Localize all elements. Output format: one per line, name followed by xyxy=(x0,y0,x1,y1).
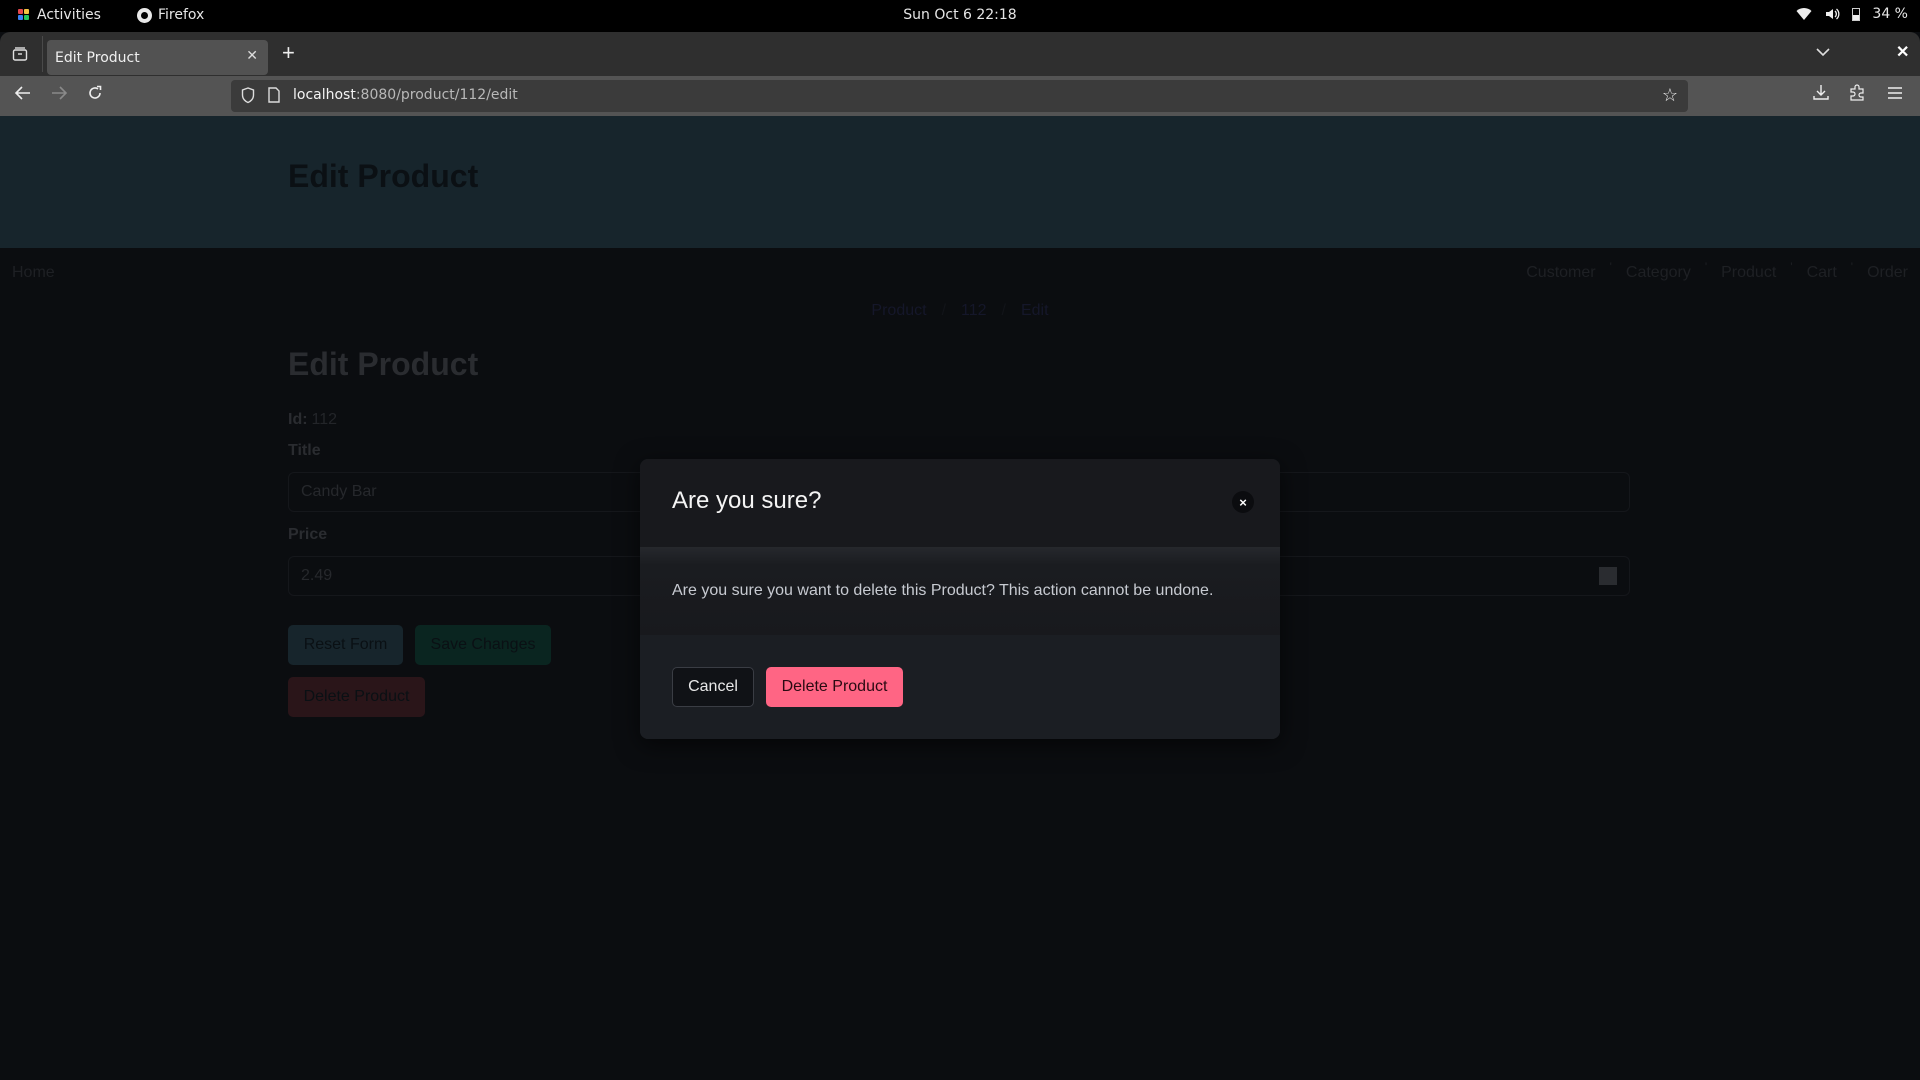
tab-overview-button[interactable] xyxy=(8,42,32,66)
system-top-bar: Activities Firefox Sun Oct 6 22:18 34 % xyxy=(0,0,1920,32)
firefox-view-icon xyxy=(12,47,28,61)
page-info-icon[interactable] xyxy=(268,87,280,108)
firefox-icon xyxy=(137,7,152,23)
window-close-icon[interactable]: ✕ xyxy=(1896,42,1909,62)
browser-tab-bar: Edit Product ✕ + ✕ xyxy=(0,32,1920,76)
extensions-puzzle-icon[interactable] xyxy=(1850,84,1866,106)
battery-icon xyxy=(1852,7,1861,21)
downloads-icon[interactable] xyxy=(1813,84,1829,105)
modal-message: Are you sure you want to delete this Pro… xyxy=(672,582,1214,599)
activities-button[interactable]: Activities xyxy=(18,7,101,23)
tab-separator xyxy=(42,36,43,72)
list-all-tabs-chevron-down-icon[interactable] xyxy=(1816,44,1830,62)
hamburger-menu-icon[interactable] xyxy=(1887,84,1903,105)
battery-level: 34 % xyxy=(1872,6,1908,22)
forward-arrow-icon[interactable] xyxy=(50,85,68,105)
volume-icon xyxy=(1826,8,1840,20)
url-path: :8080/product/112/edit xyxy=(355,87,518,103)
browser-toolbar: localhost:8080/product/112/edit ☆ xyxy=(0,76,1920,116)
new-tab-plus-icon[interactable]: + xyxy=(282,42,295,64)
activities-icon xyxy=(18,8,31,22)
url-text[interactable]: localhost:8080/product/112/edit xyxy=(293,87,518,103)
tab-edit-product[interactable]: Edit Product ✕ xyxy=(47,40,268,75)
reload-icon[interactable] xyxy=(87,85,103,105)
tab-close-icon[interactable]: ✕ xyxy=(246,48,258,64)
url-host: localhost xyxy=(293,87,356,103)
clock[interactable]: Sun Oct 6 22:18 xyxy=(903,7,1016,23)
url-bar[interactable]: localhost:8080/product/112/edit ☆ xyxy=(231,80,1688,112)
app-menu[interactable]: Firefox xyxy=(137,7,204,23)
tracking-protection-shield-icon[interactable] xyxy=(241,87,255,109)
confirm-delete-dialog: Are you sure? × Are you sure you want to… xyxy=(640,459,1280,739)
app-name: Firefox xyxy=(158,7,205,23)
modal-title: Are you sure? xyxy=(672,487,822,514)
close-icon[interactable]: × xyxy=(1232,491,1254,513)
confirm-delete-button[interactable]: Delete Product xyxy=(766,667,903,707)
activities-label: Activities xyxy=(37,7,101,23)
tab-title: Edit Product xyxy=(55,49,140,66)
modal-body: Are you sure you want to delete this Pro… xyxy=(640,547,1280,635)
system-status-menu[interactable]: 34 % xyxy=(1796,6,1908,22)
cancel-button[interactable]: Cancel xyxy=(672,667,754,707)
back-arrow-icon[interactable] xyxy=(14,85,32,105)
bookmark-star-icon[interactable]: ☆ xyxy=(1662,85,1678,106)
modal-header: Are you sure? × xyxy=(640,459,1280,547)
wifi-icon xyxy=(1796,8,1812,20)
modal-footer: Cancel Delete Product xyxy=(640,635,1280,739)
